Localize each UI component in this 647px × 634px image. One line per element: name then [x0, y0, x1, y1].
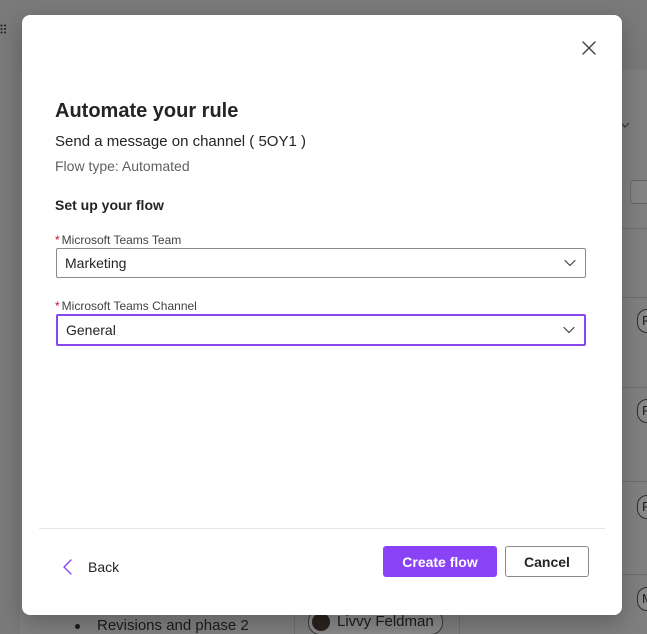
background-avatar: M	[637, 587, 647, 611]
background-search-box	[630, 180, 647, 204]
dialog-subtitle: Send a message on channel ( 5OY1 )	[55, 133, 306, 150]
chevron-down-icon	[564, 259, 576, 267]
teams-channel-label: * Microsoft Teams Channel	[55, 299, 197, 313]
background-row-line	[622, 228, 647, 229]
back-button[interactable]: Back	[62, 555, 119, 579]
close-icon	[582, 41, 596, 55]
teams-team-dropdown[interactable]: Marketing	[56, 248, 586, 278]
footer-divider	[39, 528, 605, 529]
background-person-name: Livvy Feldman	[337, 613, 434, 630]
teams-team-value: Marketing	[65, 255, 127, 271]
flow-type-text: Flow type: Automated	[55, 158, 190, 174]
create-flow-button[interactable]: Create flow	[383, 546, 497, 577]
background-bullet	[75, 624, 80, 629]
background-row-line	[622, 387, 647, 388]
background-list-item: Revisions and phase 2	[97, 617, 249, 634]
automate-rule-dialog: Automate your rule Send a message on cha…	[22, 15, 622, 615]
teams-channel-label-text: Microsoft Teams Channel	[61, 299, 197, 313]
close-button[interactable]	[578, 37, 600, 59]
teams-team-label: * Microsoft Teams Team	[55, 233, 181, 247]
required-marker: *	[55, 233, 60, 247]
chevron-down-icon	[563, 326, 575, 334]
teams-team-label-text: Microsoft Teams Team	[61, 233, 182, 247]
teams-channel-value: General	[66, 322, 116, 338]
back-button-label: Back	[88, 559, 120, 575]
background-avatar: R	[637, 399, 647, 423]
section-heading: Set up your flow	[55, 197, 164, 213]
background-row-line	[622, 481, 647, 482]
grip-icon	[0, 24, 8, 34]
required-marker: *	[55, 299, 60, 313]
chevron-left-icon	[63, 559, 72, 575]
background-row-line	[622, 297, 647, 298]
dialog-title: Automate your rule	[55, 100, 239, 122]
teams-channel-dropdown[interactable]: General	[56, 314, 586, 346]
avatar	[312, 613, 330, 631]
cancel-button[interactable]: Cancel	[505, 546, 589, 577]
background-avatar: R	[637, 495, 647, 519]
background-avatar: R	[637, 309, 647, 333]
background-row-line	[622, 574, 647, 575]
